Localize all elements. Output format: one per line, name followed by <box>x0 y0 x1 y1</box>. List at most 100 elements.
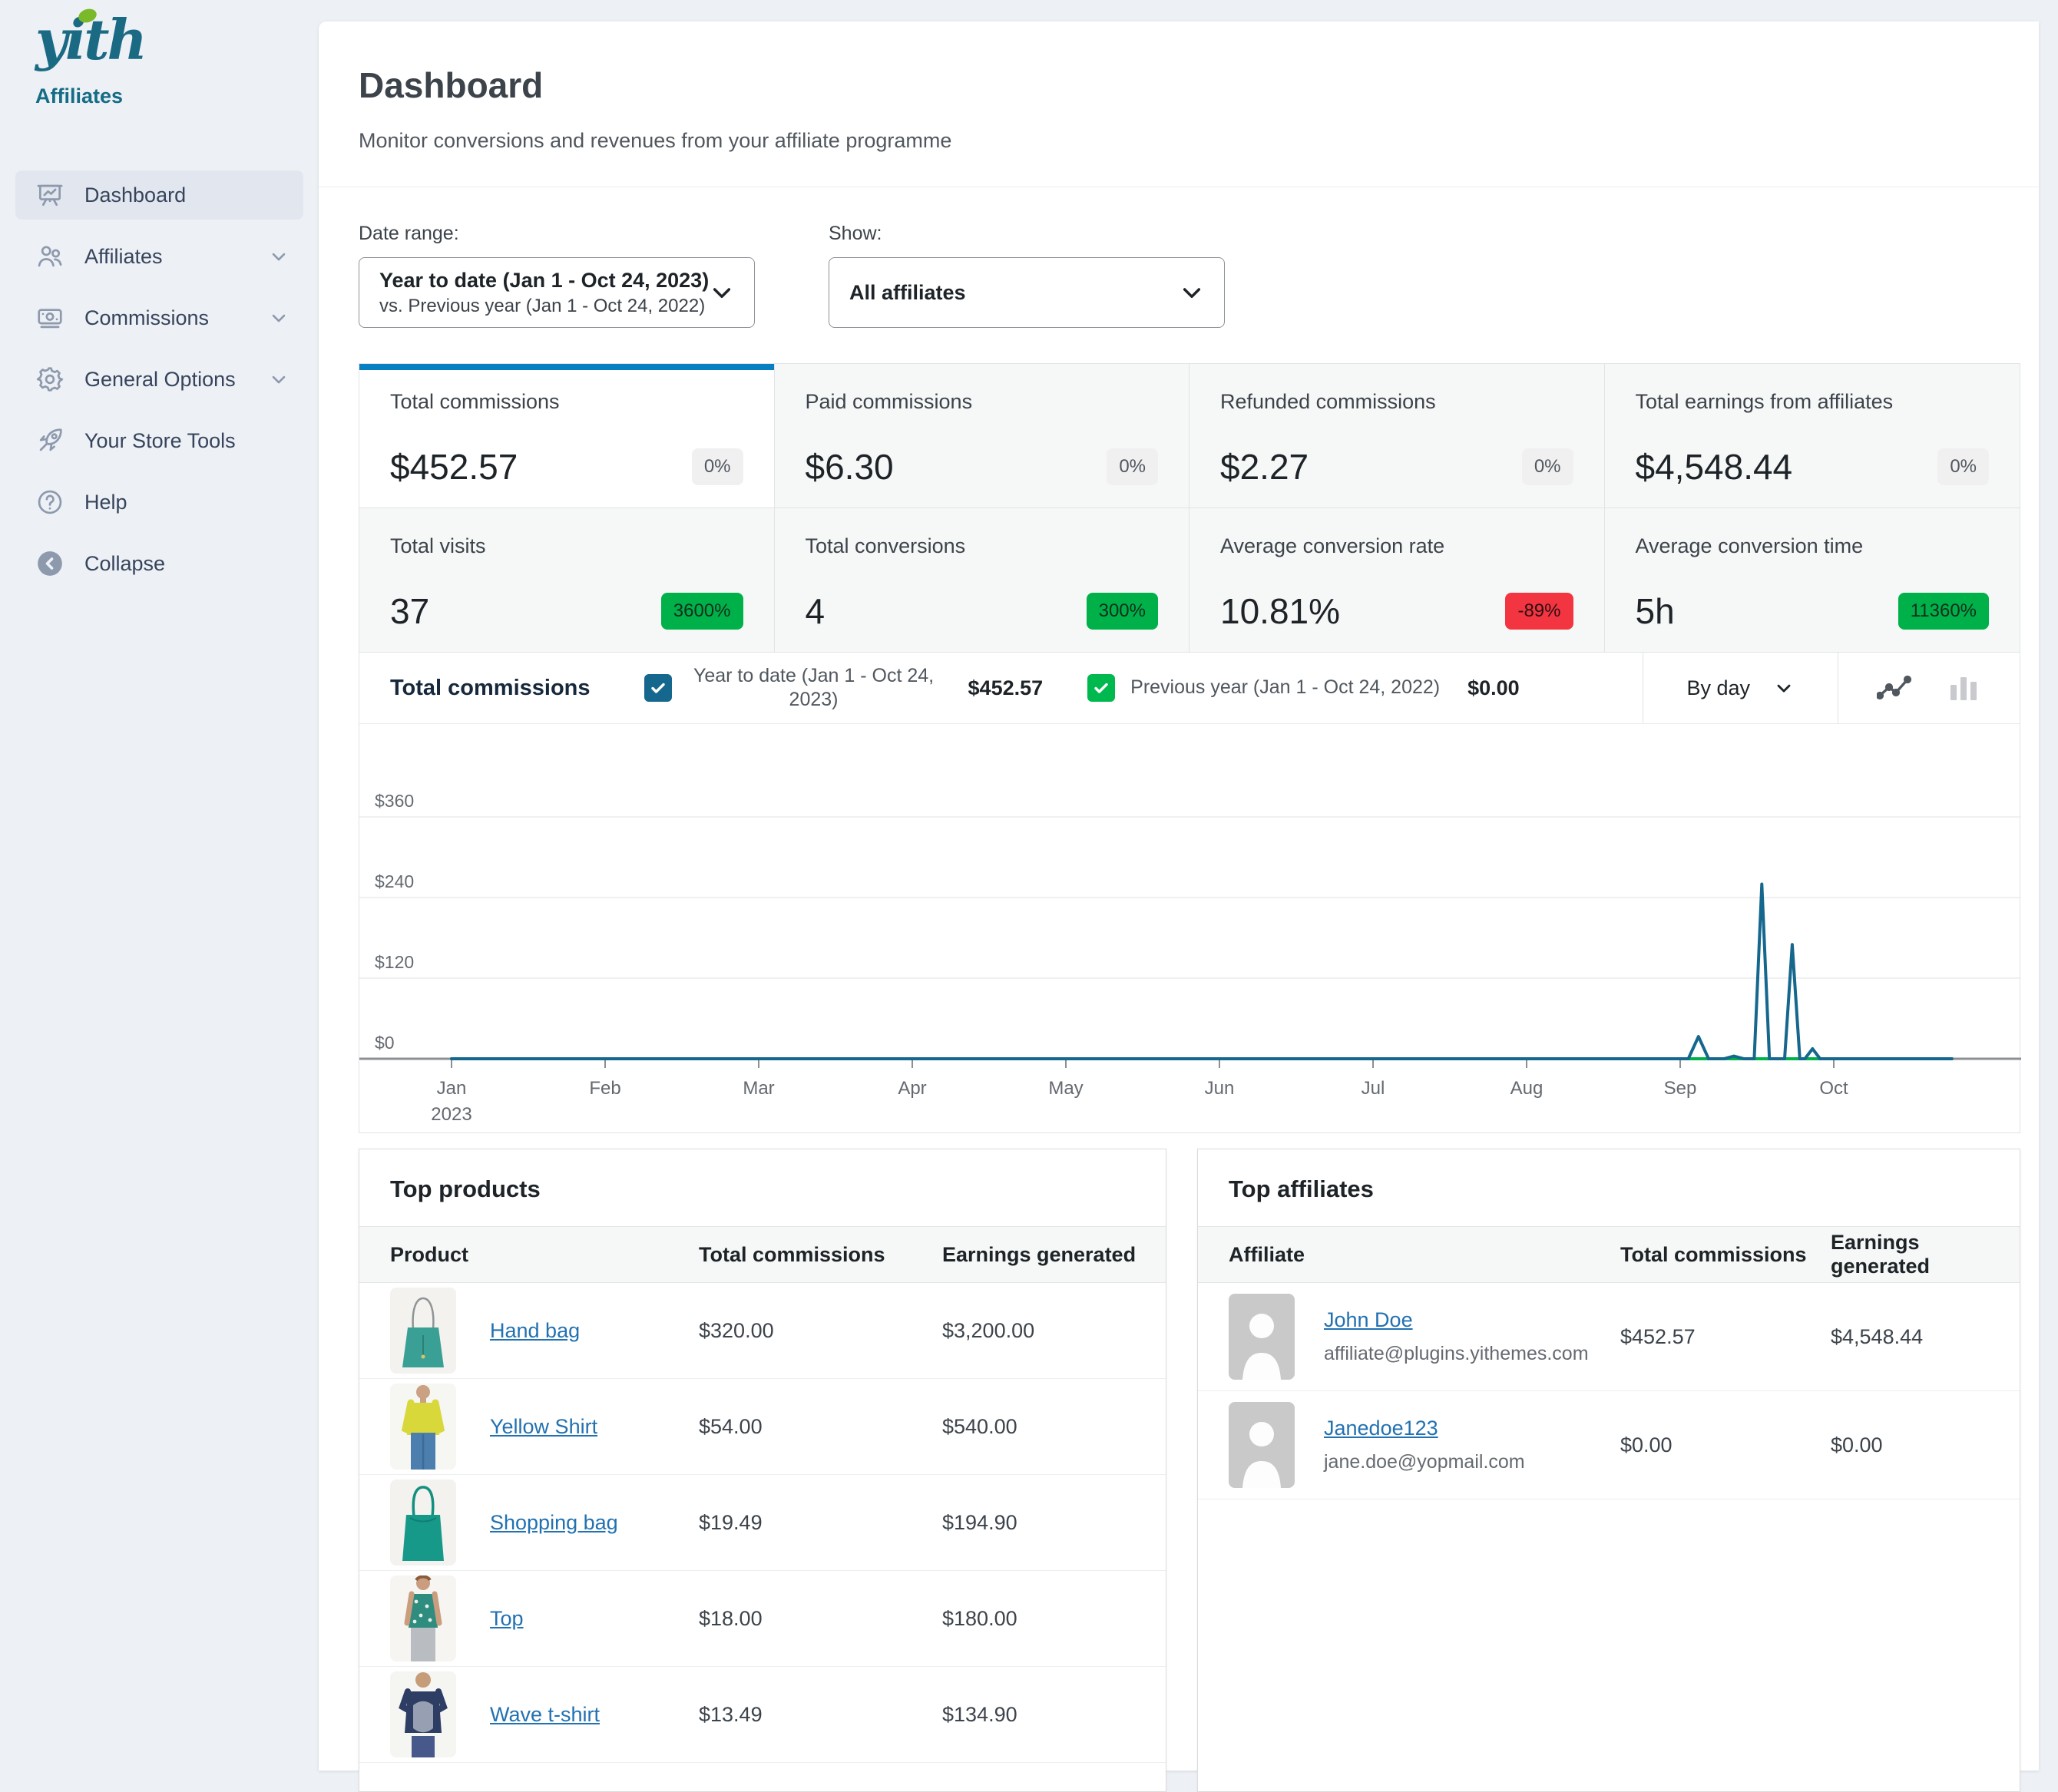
stat-card-total-commissions[interactable]: Total commissions$452.570% <box>359 364 775 508</box>
stat-change-badge: 300% <box>1087 593 1158 630</box>
svg-text:Jan: Jan <box>437 1078 467 1099</box>
chart-legend-bar: Total commissions Year to date (Jan 1 - … <box>359 653 2020 724</box>
svg-text:May: May <box>1048 1078 1083 1099</box>
top-affiliates-panel: Top affiliates AffiliateTotal commission… <box>1197 1149 2020 1792</box>
chart-area: $0$120$240$360Jan2023FebMarAprMayJunJulA… <box>359 724 2020 1132</box>
svg-text:Jul: Jul <box>1362 1078 1385 1099</box>
date-range-select[interactable]: Year to date (Jan 1 - Oct 24, 2023) vs. … <box>359 257 755 328</box>
sidebar-item-your-store-tools[interactable]: Your Store Tools <box>15 416 303 465</box>
previous-period-label: Previous year (Jan 1 - Oct 24, 2022) <box>1130 676 1440 699</box>
users-icon <box>35 242 65 271</box>
svg-text:$240: $240 <box>375 871 414 891</box>
svg-text:$0: $0 <box>375 1033 395 1053</box>
avatar <box>1229 1294 1295 1380</box>
selected-card-accent-bar <box>359 364 774 370</box>
stat-value: 37 <box>390 590 429 632</box>
sidebar-item-label: Affiliates <box>84 245 163 269</box>
date-range-label: Date range: <box>359 223 755 245</box>
stat-card-total-earnings-from-affiliates[interactable]: Total earnings from affiliates $4,548.44 0… <box>1605 364 2020 508</box>
sidebar-item-dashboard[interactable]: Dashboard <box>15 170 303 220</box>
bar-chart-icon[interactable] <box>1946 674 1981 702</box>
stat-card-total-conversions[interactable]: Total conversions4300% <box>775 508 1190 653</box>
bottom-tables: Top products ProductTotal commissionsEar… <box>359 1149 2020 1792</box>
date-range-compare: vs. Previous year (Jan 1 - Oct 24, 2022) <box>379 296 710 317</box>
affiliate-email: affiliate@plugins.yithemes.com <box>1324 1343 1589 1365</box>
chevron-down-icon <box>1773 677 1795 699</box>
product-earnings: $194.90 <box>942 1511 1166 1535</box>
affiliate-commissions: $452.57 <box>1620 1325 1831 1349</box>
svg-text:Oct: Oct <box>1819 1078 1848 1099</box>
product-link[interactable]: Yellow Shirt <box>490 1415 597 1439</box>
help-icon <box>35 488 65 517</box>
show-value: All affiliates <box>849 280 1180 305</box>
date-range-value-wrap: Year to date (Jan 1 - Oct 24, 2023) vs. … <box>379 268 710 316</box>
product-image-top <box>390 1575 456 1661</box>
table-row: John Doe affiliate@plugins.yithemes.com $4… <box>1198 1283 2020 1391</box>
stat-card-total-visits[interactable]: Total visits373600% <box>359 508 775 653</box>
stat-value: $4,548.44 <box>1636 446 1793 488</box>
sidebar-item-commissions[interactable]: Commissions <box>15 293 303 342</box>
chart-controls: By day <box>1643 653 2020 723</box>
top-affiliates-rows: John Doe affiliate@plugins.yithemes.com $4… <box>1198 1283 2020 1499</box>
stat-change-badge: 0% <box>1107 448 1158 485</box>
current-period-checkbox[interactable] <box>644 674 672 702</box>
interval-select[interactable]: By day <box>1643 653 1838 723</box>
svg-text:Mar: Mar <box>743 1078 774 1099</box>
product-link[interactable]: Shopping bag <box>490 1511 618 1535</box>
table-row: Top$18.00$180.00 <box>359 1571 1166 1667</box>
table-row: Yellow Shirt$54.00$540.00 <box>359 1379 1166 1475</box>
sidebar-item-label: Help <box>84 491 127 514</box>
svg-text:Sep: Sep <box>1664 1078 1697 1099</box>
product-link[interactable]: Wave t-shirt <box>490 1703 600 1727</box>
sidebar-item-label: Collapse <box>84 552 165 576</box>
top-products-title: Top products <box>359 1149 1166 1226</box>
column-header: Total commissions <box>1620 1243 1831 1267</box>
stat-card-refunded-commissions[interactable]: Refunded commissions$2.270% <box>1189 364 1605 508</box>
product-commissions: $320.00 <box>699 1319 942 1343</box>
product-earnings: $134.90 <box>942 1703 1166 1727</box>
product-link[interactable]: Top <box>490 1607 524 1631</box>
column-header: Earnings generated <box>942 1243 1166 1267</box>
chevron-down-icon <box>268 307 290 329</box>
product-image-wave-tshirt <box>390 1671 456 1757</box>
stat-change-badge: -89% <box>1505 593 1573 630</box>
table-row: Janedoe123jane.doe@yopmail.com$0.00$0.00 <box>1198 1391 2020 1499</box>
gear-icon <box>35 365 65 394</box>
affiliate-link[interactable]: John Doe <box>1324 1308 1413 1331</box>
commissions-line-chart[interactable]: $0$120$240$360Jan2023FebMarAprMayJunJulA… <box>359 736 2021 1124</box>
column-header: Total commissions <box>699 1243 942 1267</box>
sidebar-item-help[interactable]: Help <box>15 478 303 527</box>
stat-card-paid-commissions[interactable]: Paid commissions$6.300% <box>775 364 1190 508</box>
sidebar-item-affiliates[interactable]: Affiliates <box>15 232 303 281</box>
stat-change-badge: 0% <box>1937 448 1989 485</box>
stat-card-average-conversion-time[interactable]: Average conversion time5h11360% <box>1605 508 2020 653</box>
current-period-label: Year to date (Jan 1 - Oct 24, 2023) <box>687 664 941 713</box>
previous-period-checkbox[interactable] <box>1087 674 1115 702</box>
product-earnings: $180.00 <box>942 1607 1166 1631</box>
sidebar-item-label: Dashboard <box>84 183 186 207</box>
stat-label: Total earnings from affiliates <box>1636 390 1990 414</box>
stat-card-average-conversion-rate[interactable]: Average conversion rate10.81%-89% <box>1189 508 1605 653</box>
line-chart-icon[interactable] <box>1877 674 1912 702</box>
product-link[interactable]: Hand bag <box>490 1319 580 1343</box>
svg-text:$360: $360 <box>375 791 414 811</box>
product-image-yellow-shirt <box>390 1384 456 1470</box>
affiliate-commissions: $0.00 <box>1620 1433 1831 1457</box>
svg-text:Jun: Jun <box>1205 1078 1235 1099</box>
dashboard-icon <box>35 180 65 210</box>
page-subtitle: Monitor conversions and revenues from yo… <box>359 129 1999 153</box>
check-icon <box>649 679 667 697</box>
chart-type-switch <box>1838 653 2020 723</box>
stat-label: Total visits <box>390 534 743 558</box>
stat-change-badge: 0% <box>692 448 743 485</box>
svg-text:2023: 2023 <box>431 1104 471 1124</box>
svg-text:Apr: Apr <box>898 1078 926 1099</box>
table-row: Shopping bag$19.49$194.90 <box>359 1475 1166 1571</box>
stat-label: Average conversion time <box>1636 534 1990 558</box>
affiliate-link[interactable]: Janedoe123 <box>1324 1417 1438 1440</box>
sidebar-item-collapse[interactable]: Collapse <box>15 539 303 588</box>
stat-change-badge: 11360% <box>1898 593 1989 630</box>
sidebar-item-general-options[interactable]: General Options <box>15 355 303 404</box>
show-select[interactable]: All affiliates <box>829 257 1225 328</box>
top-products-rows: Hand bag$320.00$3,200.00Yellow Shirt$54.… <box>359 1283 1166 1763</box>
